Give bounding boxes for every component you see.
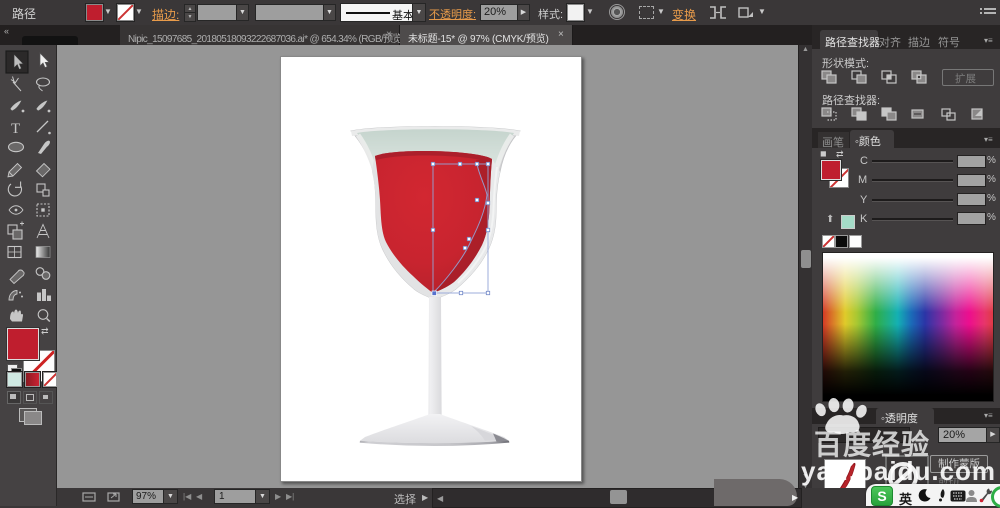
svg-text:T: T [11, 121, 20, 137]
